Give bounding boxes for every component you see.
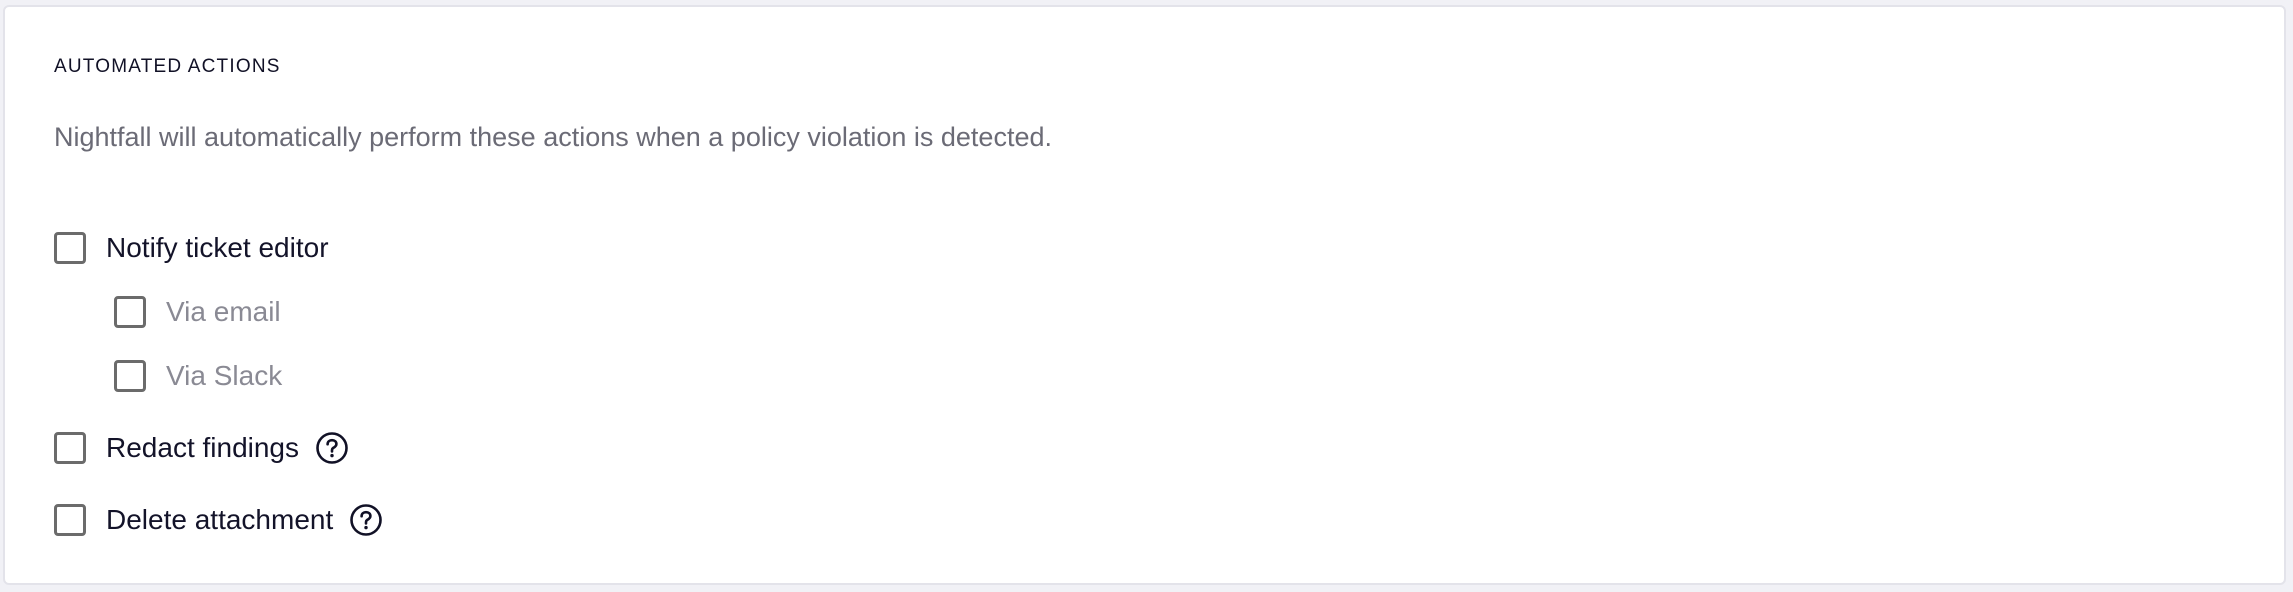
automated-actions-card: AUTOMATED ACTIONS Nightfall will automat… bbox=[3, 5, 2286, 585]
section-description: Nightfall will automatically perform the… bbox=[54, 122, 1052, 152]
via-slack-label: Via Slack bbox=[166, 360, 283, 391]
via-slack-option[interactable]: Via Slack bbox=[114, 356, 282, 396]
via-email-label: Via email bbox=[166, 296, 281, 327]
notify-ticket-editor-label: Notify ticket editor bbox=[106, 232, 329, 263]
redact-findings-option[interactable]: Redact findings bbox=[54, 428, 349, 468]
redact-findings-checkbox[interactable] bbox=[54, 432, 86, 464]
notify-ticket-editor-option[interactable]: Notify ticket editor bbox=[54, 228, 329, 268]
redact-findings-label: Redact findings bbox=[106, 432, 300, 463]
delete-attachment-label: Delete attachment bbox=[106, 504, 334, 535]
via-email-checkbox[interactable] bbox=[114, 296, 146, 328]
via-email-option[interactable]: Via email bbox=[114, 292, 281, 332]
section-title: AUTOMATED ACTIONS bbox=[54, 56, 281, 77]
help-circle-icon[interactable] bbox=[349, 503, 383, 537]
via-slack-checkbox[interactable] bbox=[114, 360, 146, 392]
delete-attachment-checkbox[interactable] bbox=[54, 504, 86, 536]
notify-ticket-editor-checkbox[interactable] bbox=[54, 232, 86, 264]
help-circle-icon[interactable] bbox=[315, 431, 349, 465]
delete-attachment-option[interactable]: Delete attachment bbox=[54, 500, 383, 540]
